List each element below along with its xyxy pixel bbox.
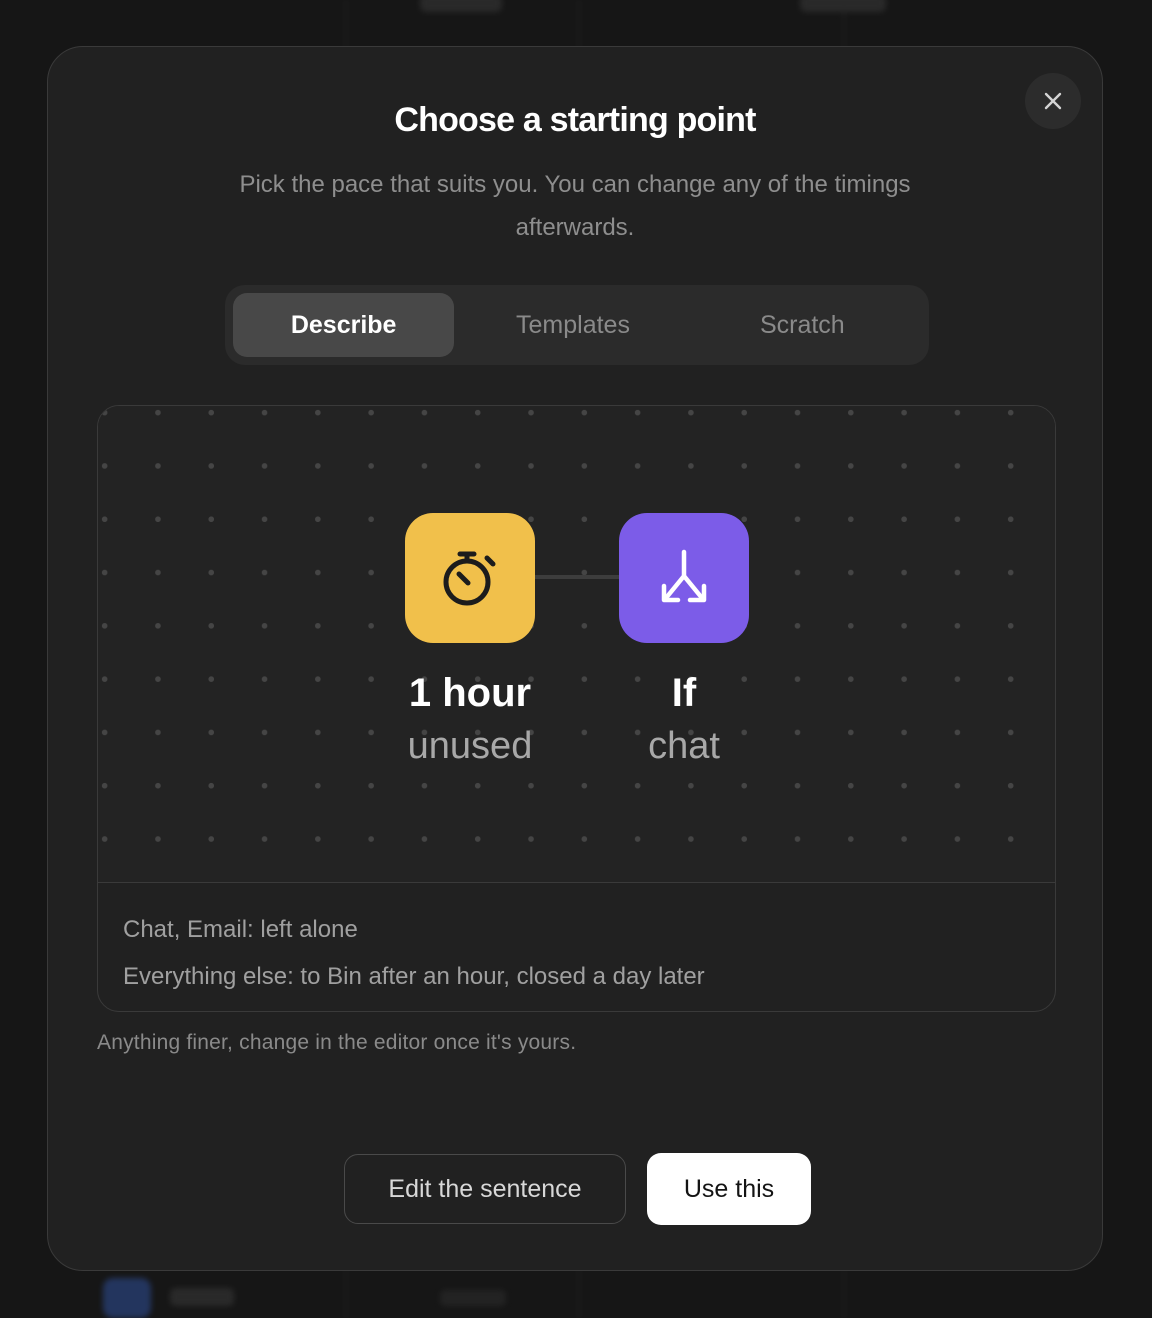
condition-node-subtitle: chat: [648, 725, 720, 767]
timer-node-title: 1 hour: [408, 671, 532, 715]
background-label: [800, 0, 886, 12]
summary-line: Everything else: to Bin after an hour, c…: [123, 963, 705, 990]
branch-split-icon: [661, 549, 707, 603]
flow-summary: Chat, Email: left alone Everything else:…: [123, 906, 705, 1000]
editor-hint: Anything finer, change in the editor onc…: [97, 1031, 577, 1054]
background-node-sublabel: [440, 1290, 506, 1306]
use-this-button[interactable]: Use this: [647, 1153, 811, 1225]
node-connector: [534, 575, 620, 579]
timer-node-subtitle: unused: [407, 725, 533, 767]
condition-node: [619, 513, 749, 643]
flow-canvas: 1 hour unused If chat: [98, 406, 1055, 883]
condition-node-label: If chat: [584, 668, 784, 774]
flow-preview-card: 1 hour unused If chat Chat, Email: left …: [97, 405, 1056, 1012]
mode-tabs: Describe Templates Scratch: [225, 285, 929, 365]
modal-subtitle: Pick the pace that suits you. You can ch…: [239, 171, 911, 241]
stopwatch-icon: [443, 551, 496, 606]
background-node-icon: [103, 1278, 151, 1318]
modal-title: Choose a starting point: [394, 101, 756, 139]
summary-line: Chat, Email: left alone: [123, 916, 358, 943]
tab-scratch[interactable]: Scratch: [692, 293, 913, 357]
timer-node: [405, 513, 535, 643]
starting-point-modal: Choose a starting point Pick the pace th…: [47, 46, 1103, 1271]
edit-sentence-button[interactable]: Edit the sentence: [344, 1154, 626, 1224]
tab-templates[interactable]: Templates: [462, 293, 683, 357]
background-label: [420, 0, 502, 12]
background-node-label: [170, 1288, 234, 1306]
tab-describe[interactable]: Describe: [233, 293, 455, 357]
timer-node-label: 1 hour unused: [370, 668, 570, 774]
condition-node-title: If: [671, 671, 697, 715]
